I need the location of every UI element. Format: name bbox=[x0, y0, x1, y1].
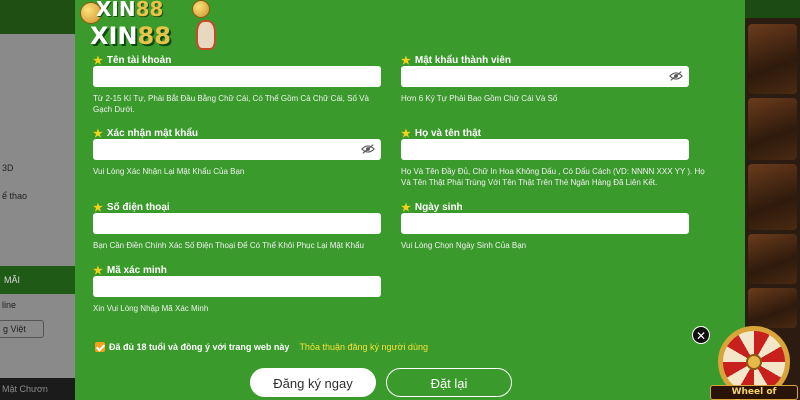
birthday-field: ★ Ngày sinh Vui Lòng Chọn Ngày Sinh Của B… bbox=[401, 202, 689, 252]
reset-button[interactable]: Đặt lại bbox=[386, 368, 512, 397]
phone-field: ★ Số điện thoại Bạn Cần Điền Chính Xác Số… bbox=[93, 202, 381, 252]
terms-link[interactable]: Thỏa thuận đăng ký người dùng bbox=[299, 342, 428, 352]
confirm-password-hint: Vui Lòng Xác Nhận Lại Mật Khẩu Của Bạn bbox=[93, 167, 245, 176]
password-field: ★ Mật khẩu thành viên Hơn 6 Ký Tự Phải Ba… bbox=[401, 55, 689, 105]
bg-menu-item: 3D bbox=[2, 163, 14, 173]
captcha-input[interactable] bbox=[93, 276, 381, 297]
bg-promo-label: MÃI bbox=[4, 275, 21, 285]
bg-language-value: g Việt bbox=[3, 324, 26, 334]
birthday-input[interactable] bbox=[401, 213, 689, 234]
full-name-label: ★ Họ và tên thật bbox=[401, 127, 481, 140]
bg-game-tile bbox=[748, 98, 797, 160]
lucky-cat-icon bbox=[196, 20, 216, 50]
password-input[interactable] bbox=[401, 66, 689, 87]
agreement-checkbox[interactable] bbox=[95, 342, 105, 352]
register-button[interactable]: Đăng ký ngay bbox=[250, 368, 376, 397]
username-field: ★ Tên tài khoản Từ 2-15 Kí Tự, Phải Bắt Đ… bbox=[93, 55, 381, 115]
star-icon: ★ bbox=[93, 54, 103, 67]
bg-language-select: g Việt bbox=[0, 320, 44, 338]
username-input[interactable] bbox=[93, 66, 381, 87]
confirm-password-field: ★ Xác nhận mật khẩu Vui Lòng Xác Nhận Lại… bbox=[93, 128, 381, 178]
background-left-panel: 3D ể thao MÃI line g Việt Mật Chươn bbox=[0, 0, 75, 400]
phone-input[interactable] bbox=[93, 213, 381, 234]
bg-game-tile bbox=[748, 24, 797, 94]
star-icon: ★ bbox=[401, 54, 411, 67]
captcha-hint: Xin Vui Lòng Nhập Mã Xác Minh bbox=[93, 304, 209, 313]
phone-label: ★ Số điện thoại bbox=[93, 201, 170, 214]
birthday-hint: Vui Lòng Chọn Ngày Sinh Của Bạn bbox=[401, 241, 527, 250]
username-hint: Từ 2-15 Kí Tự, Phải Bắt Đầu Bằng Chữ Cái… bbox=[93, 94, 369, 114]
eye-slash-icon[interactable] bbox=[669, 70, 683, 82]
bg-game-tile bbox=[748, 288, 797, 328]
agreement-row: Đã đủ 18 tuổi và đồng ý với trang web nà… bbox=[95, 342, 428, 352]
agreement-text: Đã đủ 18 tuổi và đồng ý với trang web nà… bbox=[109, 342, 290, 352]
password-label: ★ Mật khẩu thành viên bbox=[401, 54, 511, 67]
birthday-label: ★ Ngày sinh bbox=[401, 201, 463, 214]
bg-promo-bar: MÃI bbox=[0, 266, 75, 294]
captcha-label: ★ Mã xác minh bbox=[93, 264, 167, 277]
confirm-password-input[interactable] bbox=[93, 139, 381, 160]
full-name-field: ★ Họ và tên thật Họ Và Tên Đầy Đủ, Chữ In… bbox=[401, 127, 705, 188]
bg-footer: Mật Chươn bbox=[0, 378, 75, 400]
username-label: ★ Tên tài khoản bbox=[93, 54, 172, 67]
wheel-of-fortune-label[interactable]: Wheel of Fortune bbox=[710, 385, 798, 400]
bg-game-tile bbox=[748, 234, 797, 284]
bg-online-label: line bbox=[2, 300, 17, 310]
registration-modal: XIN88 XIN88 ★ Tên tài khoản Từ 2-15 Kí Tự… bbox=[75, 0, 745, 400]
logo-text-top: XIN88 bbox=[96, 0, 164, 21]
bg-footer-text: Mật Chươn bbox=[2, 384, 48, 394]
bg-game-tile bbox=[748, 164, 797, 230]
phone-hint: Bạn Cần Điền Chính Xác Số Điện Thoại Để … bbox=[93, 241, 364, 250]
bg-top-button bbox=[745, 0, 800, 18]
bg-menu-item: ể thao bbox=[2, 191, 28, 201]
close-icon[interactable]: ✕ bbox=[692, 326, 710, 344]
confirm-password-label: ★ Xác nhận mật khẩu bbox=[93, 127, 199, 140]
password-hint: Hơn 6 Ký Tự Phải Bao Gồm Chữ Cái Và Số bbox=[401, 94, 558, 103]
star-icon: ★ bbox=[401, 127, 411, 140]
logo-text-main: XIN88 bbox=[90, 22, 171, 50]
full-name-hint: Họ Và Tên Đầy Đủ, Chữ In Hoa Không Dấu ,… bbox=[401, 167, 705, 187]
coin-icon bbox=[192, 0, 210, 18]
background-header bbox=[0, 0, 75, 34]
star-icon: ★ bbox=[93, 127, 103, 140]
wheel-hub bbox=[746, 354, 762, 370]
star-icon: ★ bbox=[401, 201, 411, 214]
xin88-logo: XIN88 XIN88 bbox=[80, 0, 216, 52]
eye-slash-icon[interactable] bbox=[361, 143, 375, 155]
captcha-field: ★ Mã xác minh Xin Vui Lòng Nhập Mã Xác Mi… bbox=[93, 265, 381, 315]
star-icon: ★ bbox=[93, 264, 103, 277]
full-name-input[interactable] bbox=[401, 139, 689, 160]
star-icon: ★ bbox=[93, 201, 103, 214]
